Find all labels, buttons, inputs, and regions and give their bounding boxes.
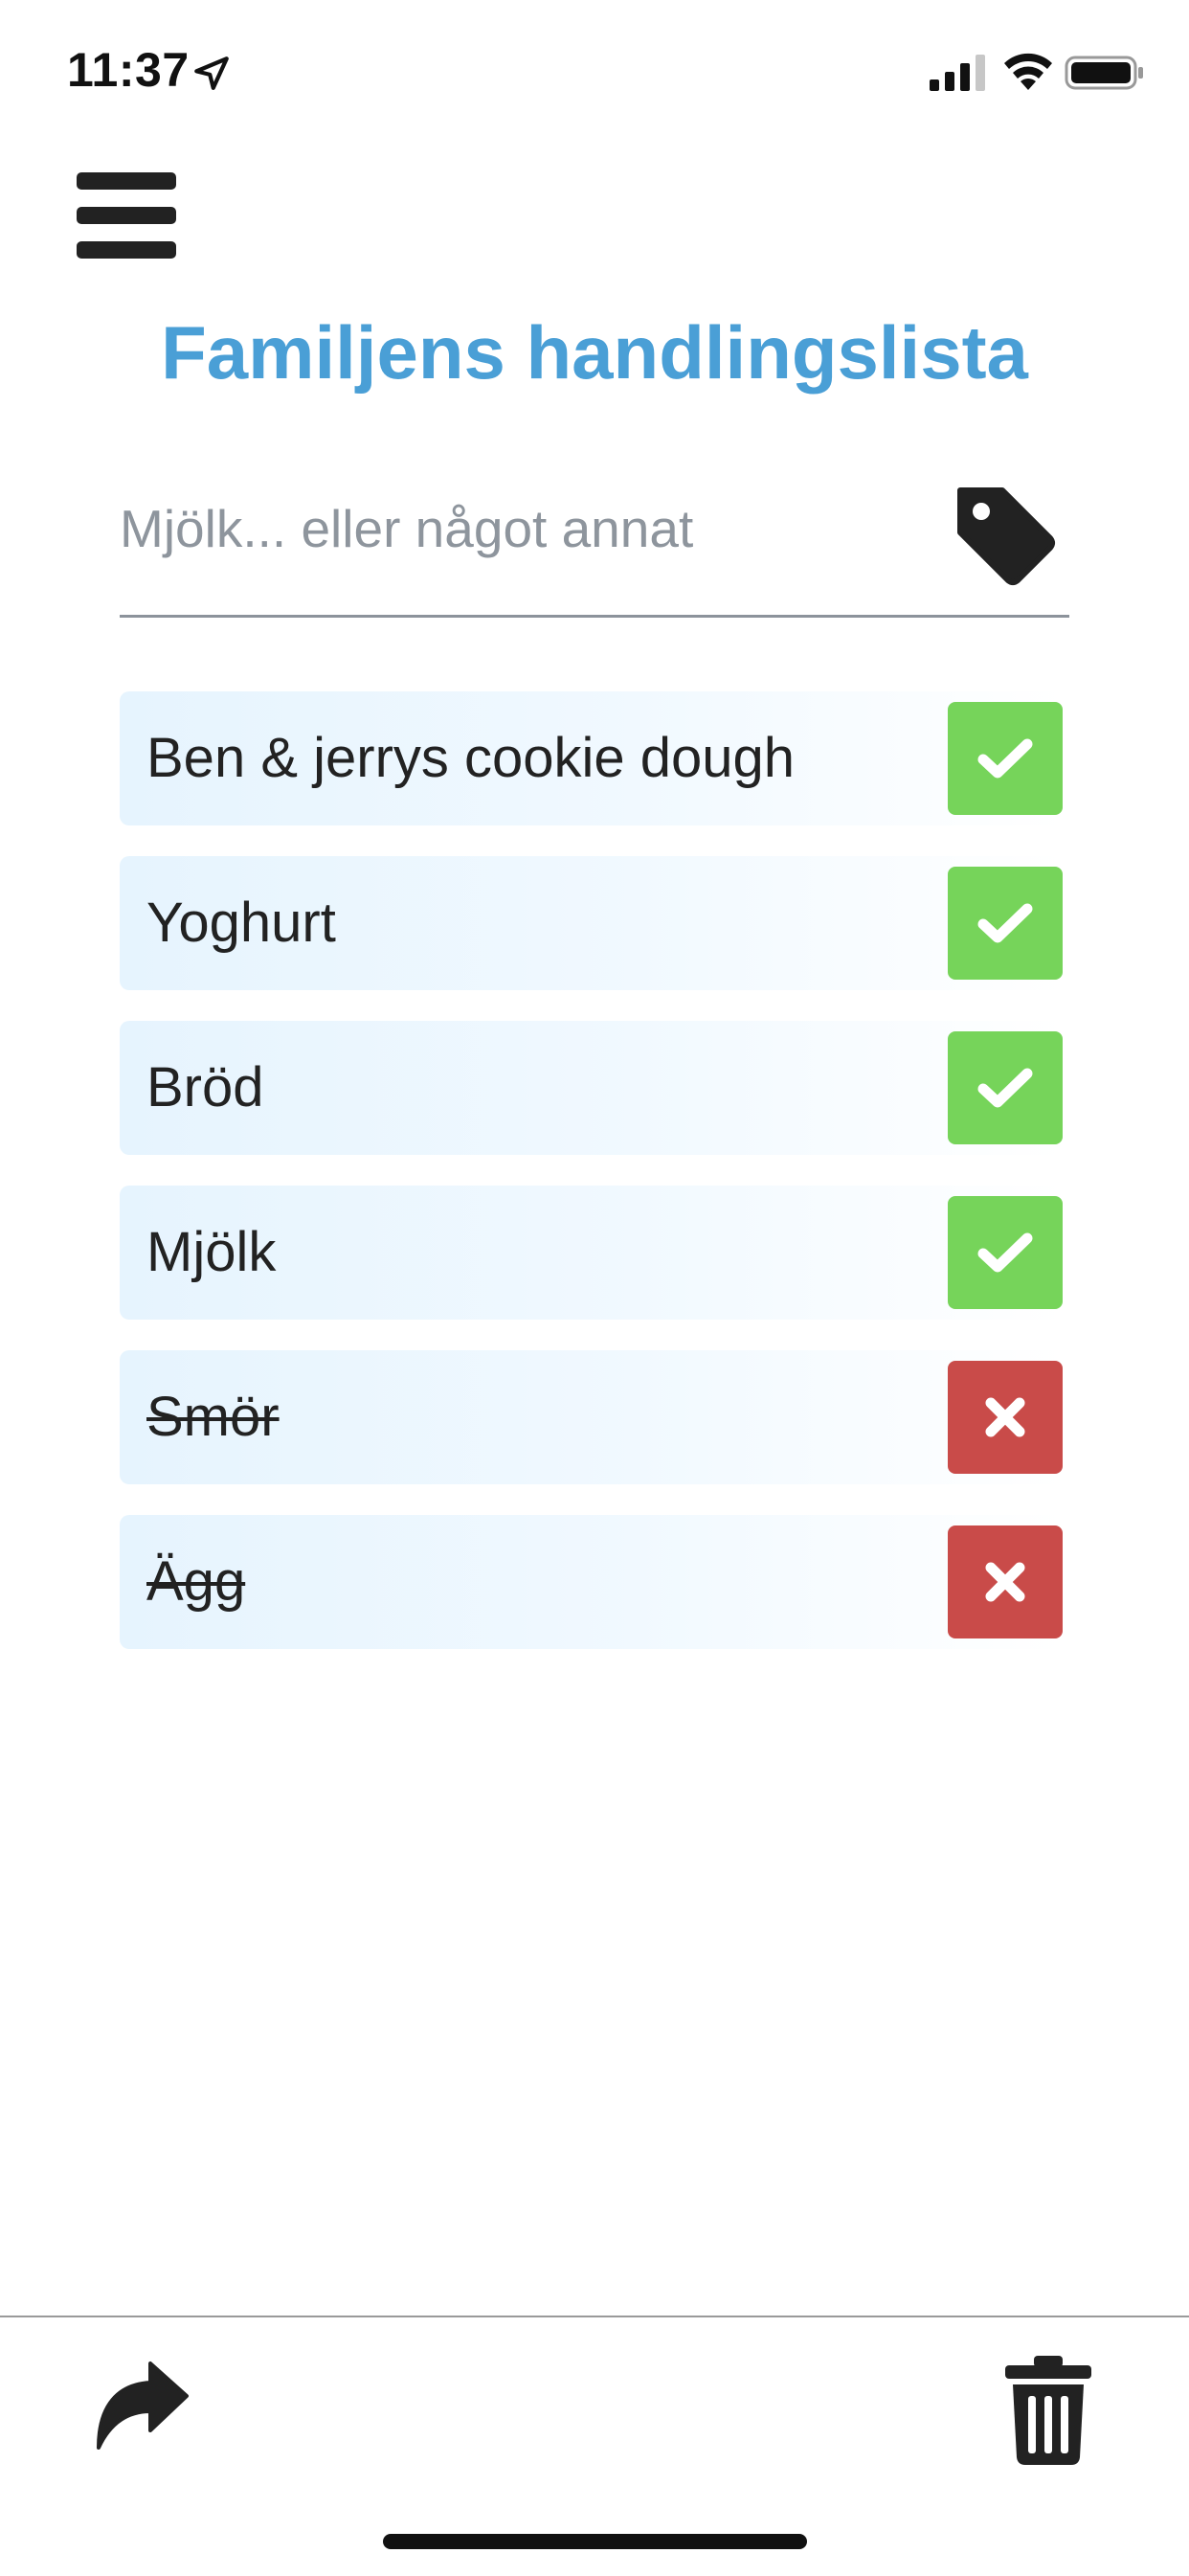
remove-button[interactable] [948,1361,1063,1474]
add-item-input[interactable] [120,498,924,559]
list-item: Mjölk [120,1186,1063,1320]
list-item: Bröd [120,1021,1063,1155]
item-label[interactable]: Smör [146,1350,280,1484]
list-item: Yoghurt [120,856,1063,990]
wifi-icon [1004,53,1052,90]
list-item: Ben & jerrys cookie dough [120,691,1063,825]
bottom-toolbar [0,2316,1189,2576]
check-icon [977,1068,1033,1108]
hamburger-menu-icon[interactable] [77,172,176,259]
list-item: Smör [120,1350,1063,1484]
check-button[interactable] [948,702,1063,815]
share-arrow-icon[interactable] [91,2356,196,2461]
close-icon [985,1562,1025,1602]
location-arrow-icon [194,56,229,90]
item-label[interactable]: Bröd [146,1021,264,1155]
item-label[interactable]: Ben & jerrys cookie dough [146,691,795,825]
list-item: Ägg [120,1515,1063,1649]
trash-icon[interactable] [996,2352,1101,2467]
battery-icon [1065,56,1143,90]
item-label[interactable]: Yoghurt [146,856,336,990]
status-time: 11:37 [67,43,190,97]
check-icon [977,903,1033,943]
check-button[interactable] [948,1031,1063,1144]
check-icon [977,1232,1033,1273]
page-title: Familjens handlingslista [161,310,1028,395]
check-button[interactable] [948,867,1063,980]
check-button[interactable] [948,1196,1063,1309]
tag-icon[interactable] [953,483,1058,588]
remove-button[interactable] [948,1525,1063,1638]
cellular-signal-icon [930,55,985,91]
status-bar: 11:37 [0,0,1189,144]
add-item-field [120,469,1069,618]
item-label[interactable]: Mjölk [146,1186,276,1320]
item-label[interactable]: Ägg [146,1515,245,1649]
close-icon [985,1397,1025,1437]
shopping-list: Ben & jerrys cookie dough Yoghurt Bröd M… [120,691,1063,1680]
check-icon [977,738,1033,779]
home-indicator[interactable] [383,2534,807,2549]
